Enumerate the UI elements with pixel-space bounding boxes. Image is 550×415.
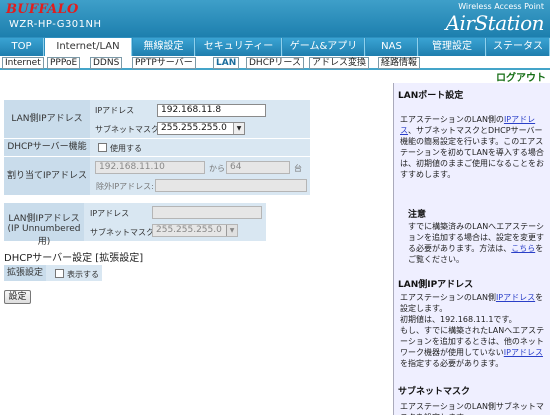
help-panel: LANポート設定 エアステーションのLAN側のIPアドレス、サブネットマスクとD… — [393, 83, 550, 415]
submit-button[interactable]: 設定 — [4, 290, 31, 304]
help-p2a: エアステーションのLAN側 — [400, 293, 496, 302]
subtab-dhcp-lease[interactable]: DHCPリース — [246, 57, 304, 69]
help-p1a: エアステーションのLAN側の — [400, 115, 504, 124]
help-ip-address-link-2[interactable]: IPアドレス — [496, 293, 535, 302]
page-root: BUFFALO WZR-HP-G301NH Wireless Access Po… — [0, 0, 550, 415]
model-name: WZR-HP-G301NH — [9, 19, 102, 30]
help-note-text: すでに構築済みのLANへエアステーションを追加する場合は、設定を変更する必要があ… — [408, 221, 547, 265]
help-p2c: 初期値は、192.168.11.1です。 — [400, 315, 517, 324]
unnumbered-mask-value: 255.255.255.0 — [156, 225, 222, 235]
brand-subtitle: Wireless Access Point — [458, 2, 544, 11]
tab-top[interactable]: TOP — [0, 38, 44, 56]
subnet-mask-select[interactable]: 255.255.255.0 ▼ — [157, 122, 245, 135]
tab-status[interactable]: ステータス — [487, 38, 550, 56]
assign-from-label: から — [209, 164, 225, 173]
unnumbered-label: LAN側IPアドレス (IP Unnumbered用) — [4, 203, 84, 247]
show-extended-label: 表示する — [67, 270, 99, 279]
sub-tab-bar: Internet PPPoE DDNS PPTPサーバー LAN DHCPリース… — [0, 56, 550, 70]
subnet-mask-value: 255.255.255.0 — [161, 123, 227, 133]
subtab-ddns[interactable]: DDNS — [90, 57, 123, 69]
unnumbered-mask-label: サブネットマスク — [90, 228, 154, 237]
dhcp-extended-section-title: DHCPサーバー設定 [拡張設定] — [4, 253, 144, 264]
chevron-down-icon: ▼ — [233, 123, 244, 134]
exclude-ip-input[interactable] — [155, 179, 307, 192]
assign-count-input[interactable]: 64 — [226, 161, 290, 174]
main-tab-bar: TOP Internet/LAN 無線設定 セキュリティー ゲーム&アプリ NA… — [0, 37, 550, 56]
help-note-heading: 注意 — [408, 210, 427, 220]
subtab-pppoe[interactable]: PPPoE — [47, 57, 81, 69]
tab-nas[interactable]: NAS — [366, 38, 418, 56]
unnumbered-ip-input[interactable] — [152, 206, 262, 219]
subtab-routing[interactable]: 経路情報 — [378, 57, 421, 69]
dhcp-use-checkbox[interactable] — [98, 143, 107, 152]
tab-admin[interactable]: 管理設定 — [419, 38, 486, 56]
lan-ip-row: LAN側IPアドレス IPアドレス 192.168.11.8 サブネットマスク … — [4, 100, 310, 138]
extended-settings-row: 拡張設定 表示する — [4, 265, 102, 281]
lan-ip-input[interactable]: 192.168.11.8 — [157, 104, 266, 117]
help-heading-subnet: サブネットマスク — [398, 387, 471, 397]
dhcp-use-label: 使用する — [110, 144, 142, 153]
unnumbered-ip-label: IPアドレス — [90, 209, 130, 218]
help-heading-lan-port: LANポート設定 — [398, 91, 464, 101]
help-subnet-text: エアステーションのLAN側サブネットマスクを設定します。 — [400, 402, 544, 415]
tab-game-app[interactable]: ゲーム&アプリ — [283, 38, 365, 56]
help-p2e: を指定する必要があります。 — [400, 359, 504, 368]
dhcp-server-label: DHCPサーバー機能 — [4, 139, 90, 156]
chevron-down-icon: ▼ — [226, 225, 237, 236]
extended-settings-label: 拡張設定 — [4, 265, 46, 281]
help-lan-port-text: エアステーションのLAN側のIPアドレス、サブネットマスクとDHCPサーバー機能… — [400, 114, 547, 180]
unnumbered-mask-select[interactable]: 255.255.255.0 ▼ — [152, 224, 238, 237]
subtab-address-translation[interactable]: アドレス変換 — [309, 57, 370, 69]
assign-ip-label: 割り当てIPアドレス — [4, 157, 90, 195]
logout-link[interactable]: ログアウト — [496, 69, 546, 84]
tab-security[interactable]: セキュリティー — [196, 38, 282, 56]
header: BUFFALO WZR-HP-G301NH Wireless Access Po… — [0, 0, 550, 37]
help-here-link[interactable]: こちら — [511, 244, 535, 253]
subnet-mask-label: サブネットマスク — [95, 125, 159, 134]
unnumbered-label-line1: LAN側IPアドレス — [8, 214, 80, 224]
ip-address-label: IPアドレス — [95, 106, 135, 115]
show-extended-checkbox[interactable] — [55, 269, 64, 278]
airstation-logo: AirStation — [445, 11, 545, 35]
unnumbered-row: LAN側IPアドレス (IP Unnumbered用) IPアドレス サブネット… — [4, 203, 266, 247]
dhcp-server-row: DHCPサーバー機能 使用する — [4, 139, 310, 156]
subtab-internet[interactable]: Internet — [2, 57, 44, 69]
exclude-ip-label: 除外IPアドレス: — [96, 182, 154, 191]
subtab-lan[interactable]: LAN — [213, 57, 240, 69]
assign-unit-label: 台 — [294, 164, 302, 173]
assign-ip-start-input[interactable]: 192.168.11.10 — [95, 161, 205, 174]
help-lan-ip-text: エアステーションのLAN側IPアドレスを設定します。 初期値は、192.168.… — [400, 292, 547, 369]
help-heading-lan-ip: LAN側IPアドレス — [398, 280, 474, 290]
unnumbered-label-line2: (IP Unnumbered用) — [7, 224, 81, 247]
tab-wireless[interactable]: 無線設定 — [133, 38, 195, 56]
buffalo-logo: BUFFALO — [6, 2, 79, 17]
tab-internet-lan[interactable]: Internet/LAN — [45, 38, 132, 56]
subtab-pptp-server[interactable]: PPTPサーバー — [132, 57, 196, 69]
lan-ip-label: LAN側IPアドレス — [4, 100, 90, 138]
assign-ip-row: 割り当てIPアドレス 192.168.11.10 から 64 台 除外IPアドレ… — [4, 157, 310, 195]
help-ip-address-link-3[interactable]: IPアドレス — [504, 348, 543, 357]
